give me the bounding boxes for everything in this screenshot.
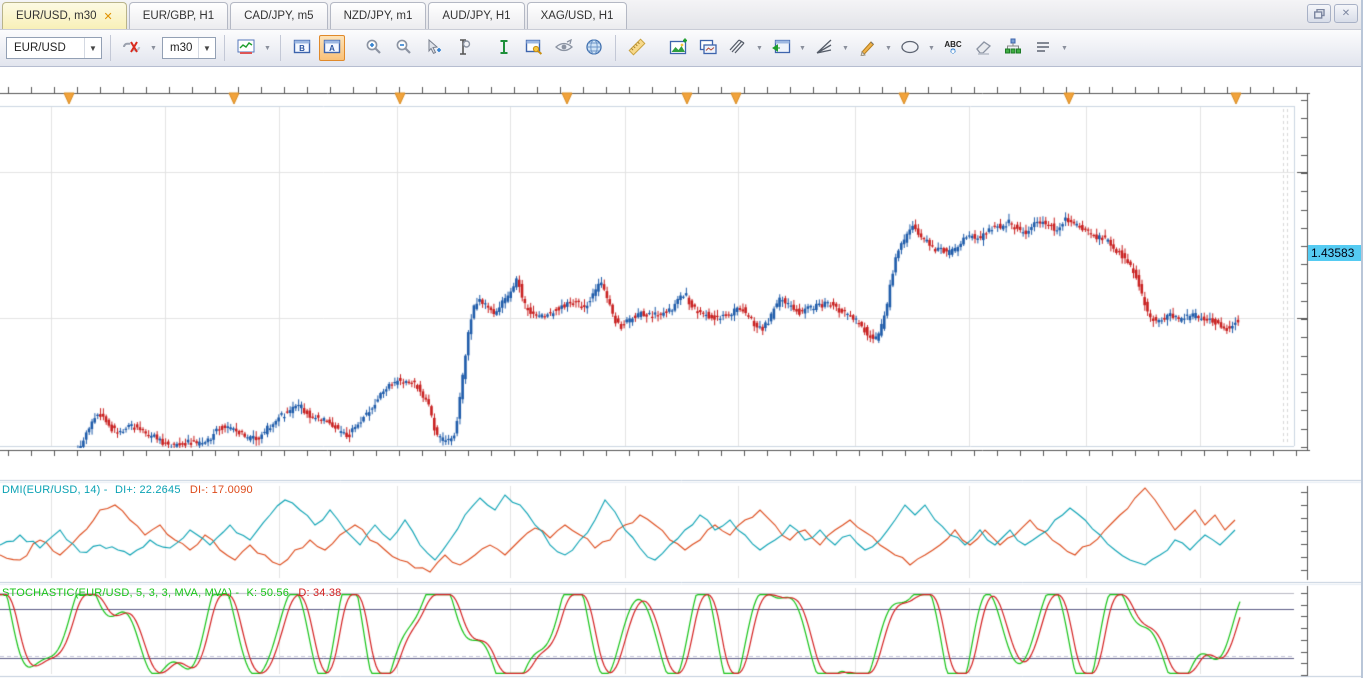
insert-object-button[interactable] <box>768 35 794 61</box>
frames-button[interactable] <box>695 35 721 61</box>
shapes-button-dropdown-arrow[interactable]: ▼ <box>927 35 936 61</box>
crosshair-icon <box>496 38 512 59</box>
current-price-tag: 1.43583 <box>1308 245 1363 261</box>
crosshair-button[interactable] <box>491 35 517 61</box>
eraser-button[interactable] <box>970 35 996 61</box>
pitchfork-button[interactable] <box>725 35 751 61</box>
ellipse-icon <box>900 39 920 58</box>
dmi-indicator-label: DMI(EUR/USD, 14) - DI+: 22.2645 DI-: 17.… <box>2 484 253 496</box>
zoom-out-button[interactable] <box>390 35 416 61</box>
tab-close-icon[interactable]: ✕ <box>104 10 113 23</box>
window-controls: ✕ <box>1307 4 1358 23</box>
pointer-zoom-button[interactable] <box>420 35 446 61</box>
toolbar-separator <box>224 35 225 61</box>
pencil-icon <box>858 38 876 59</box>
svg-text:A: A <box>329 44 335 53</box>
add-image-button[interactable] <box>665 35 691 61</box>
fan-icon <box>815 38 833 58</box>
menu-button[interactable] <box>1030 35 1056 61</box>
timeframe-select[interactable]: m30 ▼ <box>162 37 216 59</box>
measure-icon <box>455 38 471 59</box>
ask-line-button[interactable]: A <box>319 35 345 61</box>
ruler-icon <box>627 37 647 60</box>
unlink-button[interactable] <box>119 35 145 61</box>
current-price-value: 1.43583 <box>1311 246 1354 260</box>
toolbar-separator <box>110 35 111 61</box>
stochastic-k-value: K: 50.56 <box>246 587 289 599</box>
tab-label: AUD/JPY, H1 <box>442 10 510 22</box>
chart-tab-aud-jpy-h1[interactable]: AUD/JPY, H1 <box>428 2 524 29</box>
add-image-icon <box>669 38 688 58</box>
symbol-select[interactable]: EUR/USD ▼ <box>6 37 102 59</box>
ask-window-icon: A <box>323 39 341 58</box>
chart-tab-nzd-jpy-m1[interactable]: NZD/JPY, m1 <box>330 2 427 29</box>
pointer-zoom-icon <box>424 38 442 59</box>
charting-app-window: EUR/USD, m30 ✕ EUR/GBP, H1 CAD/JPY, m5 NZD/J… <box>0 0 1363 678</box>
ruler-button[interactable] <box>624 35 650 61</box>
list-icon <box>1035 40 1051 57</box>
chart-toolbar: EUR/USD ▼ ▼ m30 ▼ ▼ B A ▼ ▼ ▼ ▼ ▼ ABC ▼ <box>0 30 1363 67</box>
template-button[interactable] <box>521 35 547 61</box>
vertical-scale-button[interactable] <box>450 35 476 61</box>
tab-label: CAD/JPY, m5 <box>244 10 313 22</box>
fan-lines-button[interactable] <box>811 35 837 61</box>
toolbar-separator <box>280 35 281 61</box>
stochastic-title: STOCHASTIC(EUR/USD, 5, 3, 3, MVA, MVA) - <box>2 587 239 599</box>
svg-text:ABC: ABC <box>944 40 962 49</box>
chart-tab-bar: EUR/USD, m30 ✕ EUR/GBP, H1 CAD/JPY, m5 NZD/J… <box>0 0 1363 30</box>
toolbar-separator <box>615 35 616 61</box>
eraser-icon <box>973 38 993 58</box>
close-window-button[interactable]: ✕ <box>1334 4 1358 23</box>
chart-tab-eur-usd-m30[interactable]: EUR/USD, m30 ✕ <box>2 2 127 29</box>
tab-label: EUR/USD, m30 <box>16 10 97 22</box>
dmi-title: DMI(EUR/USD, 14) - <box>2 484 108 496</box>
restore-window-button[interactable] <box>1307 4 1331 23</box>
trendline-button-dropdown-arrow[interactable]: ▼ <box>884 35 893 61</box>
menu-button-dropdown-arrow[interactable]: ▼ <box>1060 35 1069 61</box>
chart-tab-eur-gbp-h1[interactable]: EUR/GBP, H1 <box>129 2 228 29</box>
chart-type-icon <box>237 39 255 58</box>
pitchfork-icon <box>729 38 747 58</box>
text-label-button[interactable]: ABC <box>940 35 966 61</box>
tab-label: XAG/USD, H1 <box>541 10 614 22</box>
unlink-button-dropdown-arrow[interactable]: ▼ <box>149 35 158 61</box>
hierarchy-icon <box>1004 38 1022 58</box>
bid-window-icon: B <box>293 39 311 58</box>
symbol-select-value: EUR/USD <box>14 42 66 54</box>
insert-window-icon <box>772 39 791 58</box>
svg-text:B: B <box>299 44 305 53</box>
stochastic-indicator-label: STOCHASTIC(EUR/USD, 5, 3, 3, MVA, MVA) -… <box>2 587 342 599</box>
trendline-button[interactable] <box>854 35 880 61</box>
web-button[interactable] <box>581 35 607 61</box>
text-icon: ABC <box>943 38 963 58</box>
zoom-in-button[interactable] <box>360 35 386 61</box>
globe-icon <box>585 38 603 59</box>
chart-style-button-dropdown-arrow[interactable]: ▼ <box>263 35 272 61</box>
bid-line-button[interactable]: B <box>289 35 315 61</box>
tab-label: EUR/GBP, H1 <box>143 10 214 22</box>
pitchfork-button-dropdown-arrow[interactable]: ▼ <box>755 35 764 61</box>
frames-icon <box>699 39 718 58</box>
unlink-icon <box>122 39 142 58</box>
objects-tree-button[interactable] <box>1000 35 1026 61</box>
chevron-down-icon[interactable]: ▼ <box>198 38 215 58</box>
zoom-in-icon <box>364 38 382 59</box>
fan-lines-button-dropdown-arrow[interactable]: ▼ <box>841 35 850 61</box>
chart-tab-cad-jpy-m5[interactable]: CAD/JPY, m5 <box>230 2 327 29</box>
key-window-icon <box>525 39 543 58</box>
dmi-di-minus-value: DI-: 17.0090 <box>190 484 253 496</box>
shapes-button[interactable] <box>897 35 923 61</box>
eye-icon <box>554 39 574 58</box>
stochastic-d-value: D: 34.38 <box>298 587 341 599</box>
hide-button[interactable] <box>551 35 577 61</box>
chart-style-button[interactable] <box>233 35 259 61</box>
tab-label: NZD/JPY, m1 <box>344 10 413 22</box>
chart-tab-xag-usd-h1[interactable]: XAG/USD, H1 <box>527 2 628 29</box>
chevron-down-icon[interactable]: ▼ <box>84 38 101 58</box>
timeframe-select-value: m30 <box>170 42 192 54</box>
zoom-out-icon <box>394 38 412 59</box>
insert-object-button-dropdown-arrow[interactable]: ▼ <box>798 35 807 61</box>
dmi-di-plus-value: DI+: 22.2645 <box>115 484 181 496</box>
